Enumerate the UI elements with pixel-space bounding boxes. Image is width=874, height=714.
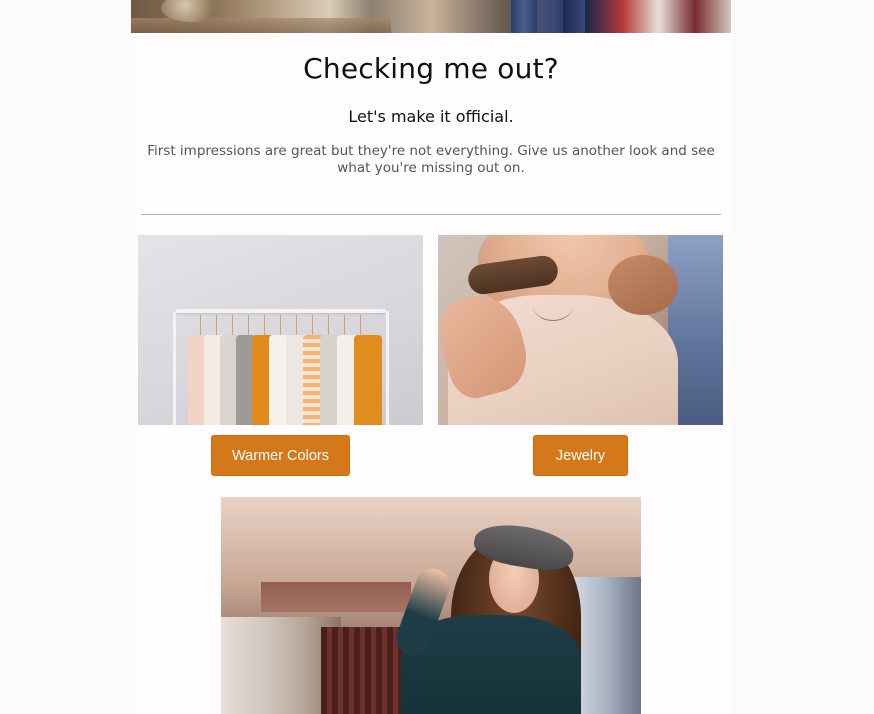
email-body-text: First impressions are great but they're … xyxy=(147,143,715,176)
hanger xyxy=(296,315,297,335)
hanger xyxy=(312,315,313,335)
warmer-colors-button[interactable]: Warmer Colors xyxy=(211,435,350,476)
necklace-image[interactable] xyxy=(438,235,723,425)
email-subheading: Let's make it official. xyxy=(348,107,514,126)
hero-shelf xyxy=(131,18,391,33)
hanger xyxy=(344,315,345,335)
rack-leg xyxy=(173,311,176,425)
email-container: Checking me out? Let's make it official.… xyxy=(131,0,731,714)
hanger xyxy=(200,315,201,335)
clothing-rack-image[interactable] xyxy=(138,235,423,425)
store-image[interactable] xyxy=(221,497,641,714)
hanger xyxy=(216,315,217,335)
jewelry-button[interactable]: Jewelry xyxy=(533,435,628,476)
hanger xyxy=(248,315,249,335)
rack-leg xyxy=(386,311,389,425)
rack-bar xyxy=(176,309,386,313)
hanger xyxy=(328,315,329,335)
section-divider xyxy=(141,214,721,215)
email-heading: Checking me out? xyxy=(303,52,559,85)
store-shelf xyxy=(261,582,411,612)
man-hand xyxy=(608,255,678,315)
hanger xyxy=(280,315,281,335)
hero-image[interactable] xyxy=(131,0,731,33)
hanger xyxy=(264,315,265,335)
hanger xyxy=(232,315,233,335)
necklace xyxy=(533,290,573,321)
store-clothes xyxy=(571,577,641,714)
hero-jeans-2 xyxy=(563,0,585,33)
hanger xyxy=(360,315,361,335)
garment xyxy=(354,335,382,425)
hero-jeans xyxy=(511,0,537,33)
